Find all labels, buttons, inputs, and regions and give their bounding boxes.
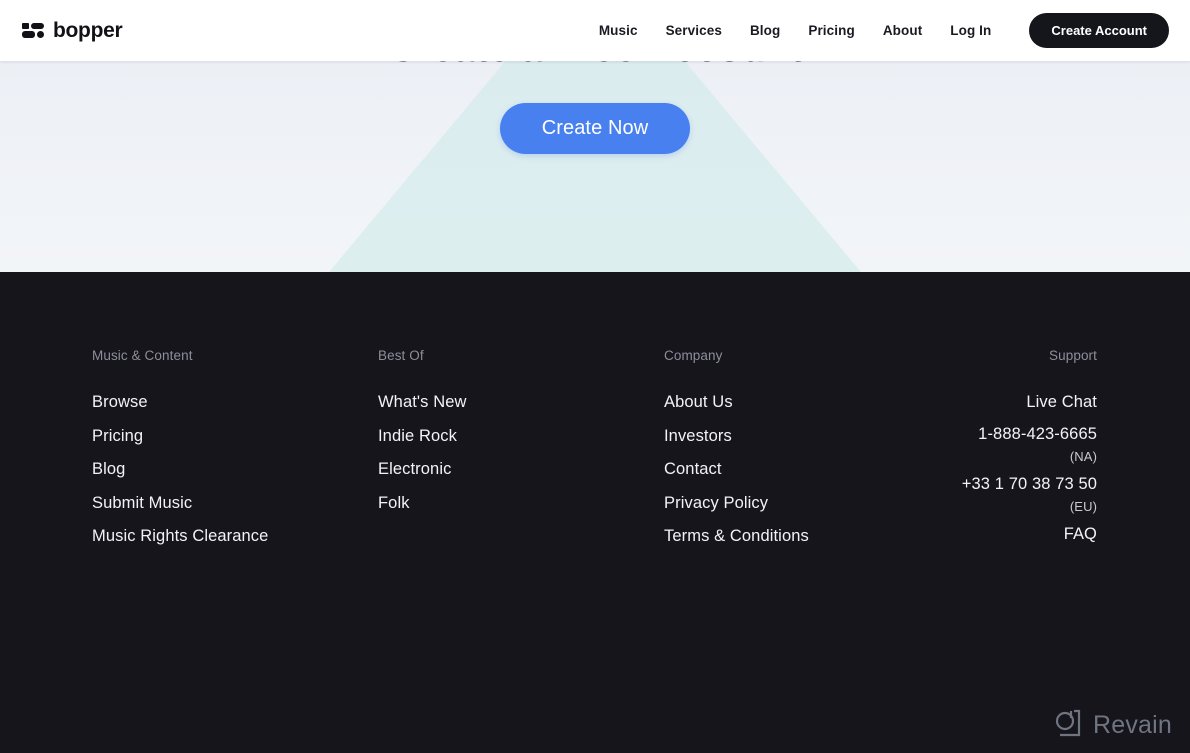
footer-link-terms-and-conditions[interactable]: Terms & Conditions: [664, 527, 950, 546]
bopper-logo-mark-icon: [22, 23, 44, 38]
footer-link-electronic[interactable]: Electronic: [378, 460, 664, 479]
nav-link-login[interactable]: Log In: [950, 23, 991, 38]
revain-watermark: Revain: [1052, 708, 1172, 743]
footer-column-music-and-content: Music & Content Browse Pricing Blog Subm…: [92, 348, 378, 557]
top-navigation-bar: bopper Music Services Blog Pricing About…: [0, 0, 1190, 61]
footer-column-support: Support Live Chat 1-888-423-6665 (NA) +3…: [950, 348, 1097, 557]
footer-phone-na[interactable]: 1-888-423-6665: [978, 425, 1097, 444]
footer-link-faq[interactable]: FAQ: [1064, 525, 1097, 544]
brand-name: bopper: [53, 18, 123, 42]
footer-link-privacy-policy[interactable]: Privacy Policy: [664, 494, 950, 513]
revain-logo-icon: [1052, 708, 1082, 743]
footer-link-blog[interactable]: Blog: [92, 460, 378, 479]
footer-link-browse[interactable]: Browse: [92, 393, 378, 412]
footer-column-heading: Company: [664, 348, 723, 363]
page-root: Create a Free Account Create Now bopper …: [0, 0, 1190, 753]
footer-link-contact[interactable]: Contact: [664, 460, 950, 479]
footer-link-live-chat[interactable]: Live Chat: [1026, 393, 1097, 412]
footer-link-submit-music[interactable]: Submit Music: [92, 494, 378, 513]
footer-link-columns: Music & Content Browse Pricing Blog Subm…: [92, 348, 1097, 557]
footer-link-about-us[interactable]: About Us: [664, 393, 950, 412]
revain-label: Revain: [1092, 711, 1172, 739]
create-now-button[interactable]: Create Now: [499, 103, 691, 154]
footer-link-indie-rock[interactable]: Indie Rock: [378, 427, 664, 446]
nav-link-services[interactable]: Services: [666, 23, 722, 38]
nav-link-about[interactable]: About: [883, 23, 922, 38]
create-account-button[interactable]: Create Account: [1029, 13, 1169, 48]
brand-logo[interactable]: bopper: [22, 18, 123, 43]
nav-links: Music Services Blog Pricing About Log In…: [599, 13, 1169, 48]
footer-phone-eu-region: (EU): [1069, 499, 1097, 514]
footer-link-investors[interactable]: Investors: [664, 427, 950, 446]
nav-link-blog[interactable]: Blog: [750, 23, 780, 38]
footer-link-whats-new[interactable]: What's New: [378, 393, 664, 412]
footer-link-pricing[interactable]: Pricing: [92, 427, 378, 446]
footer-column-heading: Music & Content: [92, 348, 193, 363]
footer-column-heading: Best Of: [378, 348, 424, 363]
nav-link-music[interactable]: Music: [599, 23, 638, 38]
footer-column-best-of: Best Of What's New Indie Rock Electronic…: [378, 348, 664, 557]
footer-phone-na-region: (NA): [1069, 449, 1097, 464]
footer-link-folk[interactable]: Folk: [378, 494, 664, 513]
footer-phone-eu[interactable]: +33 1 70 38 73 50: [962, 475, 1097, 494]
footer-column-heading: Support: [1049, 348, 1097, 363]
nav-link-pricing[interactable]: Pricing: [808, 23, 854, 38]
footer-link-music-rights-clearance[interactable]: Music Rights Clearance: [92, 527, 378, 546]
footer: Music & Content Browse Pricing Blog Subm…: [0, 272, 1190, 753]
footer-column-company: Company About Us Investors Contact Priva…: [664, 348, 950, 557]
